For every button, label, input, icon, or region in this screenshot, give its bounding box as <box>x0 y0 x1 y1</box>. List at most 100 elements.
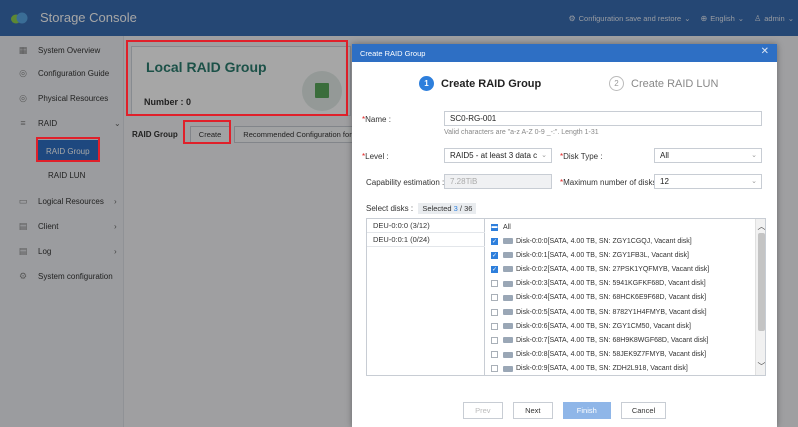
disk-label: Disk-0:0:0[SATA, 4.00 TB, SN: ZGY1CGQJ, … <box>516 237 692 245</box>
chevron-right-icon: › <box>114 196 117 206</box>
disk-type-label: *Disk Type : <box>560 152 603 161</box>
disk-label: Disk-0:0:9[SATA, 4.00 TB, SN: ZDH2L918, … <box>516 365 688 373</box>
chevron-right-icon: › <box>114 246 117 256</box>
max-disks-select[interactable]: 12 ⌄ <box>654 174 762 189</box>
config-icon: ⚙ <box>568 14 576 23</box>
cloud-logo-icon <box>11 12 28 24</box>
dialog-title: Create RAID Group <box>360 48 426 58</box>
sidebar-item-raid-lun[interactable]: RAID LUN <box>0 164 124 186</box>
close-icon[interactable]: ✕ <box>761 46 769 57</box>
highlight-box-create <box>183 120 231 144</box>
log-icon: ▤ <box>18 246 28 256</box>
disk-drive-icon <box>503 266 513 273</box>
globe-icon: ⊕ <box>700 14 708 23</box>
checkbox-unchecked-icon[interactable] <box>491 308 498 316</box>
capability-label: Capability estimation : <box>366 178 445 187</box>
sidebar-item-physical-resources[interactable]: ◎ Physical Resources <box>0 87 124 109</box>
disk-drive-icon <box>503 309 513 315</box>
checkbox-unchecked-icon[interactable] <box>491 294 498 302</box>
max-disks-label: *Maximum number of disks : <box>560 178 661 187</box>
disk-drive-icon <box>503 337 513 344</box>
disk-label: Disk-0:0:8[SATA, 4.00 TB, SN: 58JEK9Z7FM… <box>516 351 707 359</box>
client-icon: ▤ <box>18 221 28 231</box>
next-button[interactable]: Next <box>512 402 553 419</box>
sidebar-item-configuration-guide[interactable]: ◎ Configuration Guide <box>0 62 124 84</box>
disk-type-select[interactable]: All ⌄ <box>654 148 762 163</box>
checkbox-checked-icon[interactable]: ✓ <box>491 265 498 273</box>
disk-label: Disk-0:0:6[SATA, 4.00 TB, SN: ZGY1CM50, … <box>516 322 691 330</box>
disk-label: Disk-0:0:3[SATA, 4.00 TB, SN: 5941KGFKF6… <box>516 280 706 288</box>
sidebar-item-system-overview[interactable]: ▦ System Overview <box>0 39 124 61</box>
checkbox-partial-icon: ▬ <box>491 223 498 231</box>
capability-field: 7.28TiB <box>444 174 552 189</box>
user-menu[interactable]: ♙ admin ⌄ <box>754 14 794 23</box>
disk-drive-icon <box>503 280 513 287</box>
checkbox-unchecked-icon[interactable] <box>491 280 498 288</box>
level-select[interactable]: RAID5 - at least 3 data c ⌄ <box>444 148 552 163</box>
highlight-box-card <box>126 40 348 116</box>
user-icon: ♙ <box>754 14 762 23</box>
chevron-down-icon: ⌄ <box>751 152 757 159</box>
disk-row[interactable]: Disk-0:0:7[SATA, 4.00 TB, SN: 68H9K8WGF6… <box>491 333 751 347</box>
scroll-up-icon[interactable]: ︿ <box>757 221 766 232</box>
disk-row[interactable]: Disk-0:0:4[SATA, 4.00 TB, SN: 68HCK6E9F6… <box>491 291 751 305</box>
sidebar-item-raid[interactable]: ≡ RAID ⌄ <box>0 112 124 134</box>
cancel-button[interactable]: Cancel <box>620 402 667 419</box>
disk-row[interactable]: ✓ Disk-0:0:0[SATA, 4.00 TB, SN: ZGY1CGQJ,… <box>491 234 751 248</box>
checkbox-checked-icon[interactable]: ✓ <box>491 251 498 259</box>
disk-row[interactable]: Disk-0:0:9[SATA, 4.00 TB, SN: ZDH2L918, … <box>491 362 751 375</box>
sidebar: ▦ System Overview ◎ Configuration Guide … <box>0 36 124 427</box>
selected-count-badge: Selected 3 / 36 <box>418 203 477 214</box>
scrollbar-thumb[interactable] <box>758 233 765 331</box>
language-selector[interactable]: ⊕ English ⌄ <box>700 14 744 23</box>
disk-list: ▬ All ✓ Disk-0:0:0[SATA, 4.00 TB, SN: ZGY… <box>485 219 755 375</box>
chevron-down-icon: ⌄ <box>737 14 745 23</box>
disk-row[interactable]: Disk-0:0:6[SATA, 4.00 TB, SN: ZGY1CM50, … <box>491 319 751 333</box>
level-label: *Level : <box>362 152 389 161</box>
disk-selector: DEU-0:0:0 (3/12) DEU-0:0:1 (0/24) ▬ All … <box>366 218 766 376</box>
prev-button[interactable]: Prev <box>462 402 503 419</box>
disk-drive-icon <box>503 252 513 259</box>
sidebar-item-logical-resources[interactable]: ▭ Logical Resources › <box>0 190 124 212</box>
checkbox-unchecked-icon[interactable] <box>491 351 498 359</box>
disk-row[interactable]: ✓ Disk-0:0:1[SATA, 4.00 TB, SN: ZGY1FB3L,… <box>491 248 751 262</box>
disk-label: Disk-0:0:4[SATA, 4.00 TB, SN: 68HCK6E9F6… <box>516 294 707 302</box>
disk-label: Disk-0:0:2[SATA, 4.00 TB, SN: 27PSK1YQFM… <box>516 265 710 273</box>
top-bar: Storage Console ⚙ Configuration save and … <box>0 0 798 36</box>
config-save-restore-link[interactable]: ⚙ Configuration save and restore ⌄ <box>568 14 690 23</box>
name-label: *Name : <box>362 115 391 124</box>
disk-row[interactable]: Disk-0:0:8[SATA, 4.00 TB, SN: 58JEK9Z7FM… <box>491 348 751 362</box>
checkbox-unchecked-icon[interactable] <box>491 322 498 330</box>
sidebar-item-client[interactable]: ▤ Client › <box>0 215 124 237</box>
name-hint: Valid characters are "a-z A-Z 0-9 _-:". … <box>444 129 599 136</box>
disk-row[interactable]: ✓ Disk-0:0:2[SATA, 4.00 TB, SN: 27PSK1YQF… <box>491 262 751 276</box>
disk-group-item[interactable]: DEU-0:0:0 (3/12) <box>367 219 485 233</box>
sidebar-item-log[interactable]: ▤ Log › <box>0 240 124 262</box>
disk-row[interactable]: Disk-0:0:3[SATA, 4.00 TB, SN: 5941KGFKF6… <box>491 277 751 291</box>
physical-icon: ◎ <box>19 93 27 103</box>
checkbox-unchecked-icon[interactable] <box>491 365 498 373</box>
scrollbar[interactable]: ︿ ﹀ <box>755 219 766 375</box>
chevron-right-icon: › <box>114 221 117 231</box>
chevron-down-icon: ⌄ <box>541 152 547 159</box>
raid-icon: ≡ <box>20 118 26 128</box>
recommended-config-button[interactable]: Recommended Configuration for <box>234 126 361 143</box>
scroll-down-icon[interactable]: ﹀ <box>757 361 766 372</box>
checkbox-checked-icon[interactable]: ✓ <box>491 237 498 245</box>
dialog-header: Create RAID Group ✕ <box>352 44 777 62</box>
raid-group-toolbar: RAID Group Create Recommended Configurat… <box>132 126 365 143</box>
sidebar-item-system-configuration[interactable]: ⚙ System configuration <box>0 265 124 287</box>
step-2: 2 Create RAID LUN <box>609 76 718 91</box>
disk-row[interactable]: Disk-0:0:5[SATA, 4.00 TB, SN: 8782Y1H4FM… <box>491 305 751 319</box>
guide-icon: ◎ <box>19 68 27 78</box>
finish-button[interactable]: Finish <box>562 402 611 419</box>
select-all-checkbox[interactable]: ▬ All <box>491 220 751 234</box>
disk-group-list: DEU-0:0:0 (3/12) DEU-0:0:1 (0/24) <box>367 219 485 375</box>
chevron-down-icon: ⌄ <box>114 118 121 128</box>
chevron-down-icon: ⌄ <box>751 178 757 185</box>
checkbox-unchecked-icon[interactable] <box>491 336 498 344</box>
chevron-down-icon: ⌄ <box>684 14 691 23</box>
step-1: 1 Create RAID Group <box>419 76 541 91</box>
name-input[interactable]: SC0-RG-001 <box>444 111 762 126</box>
disk-group-item[interactable]: DEU-0:0:1 (0/24) <box>367 233 485 247</box>
